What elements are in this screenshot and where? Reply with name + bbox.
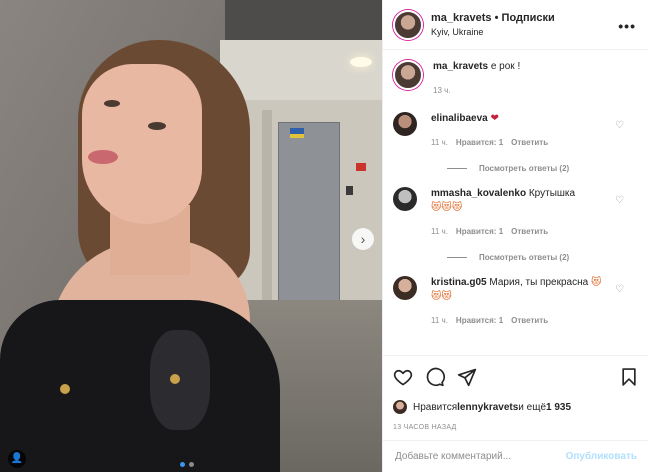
comment-username[interactable]: mmasha_kovalenko — [431, 188, 526, 199]
comment-item: mmasha_kovalenko Крутышка 😻😻😻 11 ч. Нрав… — [393, 187, 638, 239]
bookmark-icon[interactable] — [619, 367, 639, 387]
like-comment-heart-icon[interactable]: ♡ — [615, 284, 624, 295]
view-replies-label: Посмотреть ответы (2) — [479, 164, 570, 173]
comment-text: Крутышка — [526, 188, 576, 199]
carousel-dot — [189, 462, 194, 467]
carousel-dot-active — [180, 462, 185, 467]
comment-avatar[interactable] — [393, 112, 417, 136]
photo-exit-sign — [356, 163, 366, 171]
tagged-users-button[interactable]: 👤 — [8, 450, 26, 468]
comment-text: Мария, ты прекрасна — [486, 277, 589, 288]
chevron-right-icon: › — [360, 231, 366, 247]
post-location[interactable]: Kyiv, Ukraine — [431, 27, 555, 37]
comment-time[interactable]: 11 ч. — [431, 136, 448, 150]
photo-flag-sign-yellow — [290, 134, 304, 138]
comment-avatar[interactable] — [393, 187, 417, 211]
publish-button[interactable]: Опубликовать — [566, 451, 637, 462]
post-caption: ma_kravets е рок ! 13 ч. — [393, 60, 638, 98]
author-username[interactable]: ma_kravets — [431, 12, 492, 24]
photo-door-frame — [262, 110, 272, 310]
likes-prefix: Нравится — [413, 401, 458, 413]
more-options-icon[interactable]: ••• — [618, 18, 636, 34]
comment-input[interactable] — [395, 451, 566, 462]
action-icons — [393, 366, 639, 388]
post-timestamp[interactable]: 13 ЧАСОВ НАЗАД — [393, 424, 639, 431]
photo-eye-left — [104, 100, 120, 107]
following-button[interactable]: Подписки — [502, 12, 555, 24]
reply-button[interactable]: Ответить — [511, 136, 548, 150]
like-comment-heart-icon[interactable]: ♡ — [615, 120, 624, 131]
liker-username[interactable]: lennykravets — [457, 402, 518, 413]
photo-light-switch — [346, 186, 353, 195]
photo-jacket-stud — [60, 384, 70, 394]
view-replies-label: Посмотреть ответы (2) — [479, 253, 570, 262]
photo-eye-right — [148, 122, 166, 130]
photo-jacket — [0, 300, 280, 472]
caption-time[interactable]: 13 ч. — [433, 84, 520, 98]
comment-likes[interactable]: Нравится: 1 — [456, 225, 503, 239]
comment-icon[interactable] — [425, 367, 445, 387]
photo-lips — [88, 150, 118, 164]
carousel-indicator — [180, 462, 194, 467]
red-heart-emoji: ❤ — [490, 113, 499, 124]
likes-middle: и ещё — [518, 401, 547, 413]
next-photo-button[interactable]: › — [352, 228, 374, 250]
comment-item: kristina.g05 Мария, ты прекрасна 😻😻😻 11 … — [393, 276, 638, 328]
reply-button[interactable]: Ответить — [511, 225, 548, 239]
photo-face — [82, 64, 202, 224]
photo-jacket-stud — [170, 374, 180, 384]
caption-username[interactable]: ma_kravets — [433, 61, 488, 72]
comment-item: elinalibaeva ❤ 11 ч. Нравится: 1 Ответит… — [393, 112, 638, 150]
caption-text: е рок ! — [488, 61, 521, 72]
heart-outline-icon[interactable] — [393, 367, 413, 387]
replies-divider — [447, 257, 467, 258]
share-icon[interactable] — [457, 367, 477, 387]
photo-door — [278, 122, 340, 302]
user-icon: 👤 — [10, 453, 24, 464]
comment-likes[interactable]: Нравится: 1 — [456, 314, 503, 328]
comment-avatar[interactable] — [393, 276, 417, 300]
post-header: ma_kravets • Подписки Kyiv, Ukraine ••• — [383, 0, 648, 50]
post-photo[interactable]: › 👤 — [0, 0, 382, 472]
post-side-panel: ma_kravets • Подписки Kyiv, Ukraine ••• … — [382, 0, 648, 472]
likes-count[interactable]: 1 935 — [546, 402, 571, 413]
cat-emoji: 😻😻😻 — [431, 202, 463, 213]
caption-avatar[interactable] — [393, 60, 423, 90]
comment-likes[interactable]: Нравится: 1 — [456, 136, 503, 150]
view-replies-button[interactable]: Посмотреть ответы (2) — [447, 253, 638, 262]
comment-time[interactable]: 11 ч. — [431, 225, 448, 239]
add-comment-bar: Опубликовать — [383, 440, 648, 472]
header-separator: • — [491, 12, 502, 24]
photo-lamp — [350, 57, 372, 67]
comments-list[interactable]: ma_kravets е рок ! 13 ч. elinalibaeva ❤ … — [383, 50, 648, 350]
like-comment-heart-icon[interactable]: ♡ — [615, 195, 624, 206]
author-avatar[interactable] — [393, 9, 423, 40]
liker-avatar — [393, 400, 407, 414]
photo-jacket-shine — [150, 330, 210, 430]
comment-username[interactable]: kristina.g05 — [431, 277, 487, 288]
comment-time[interactable]: 11 ч. — [431, 314, 448, 328]
likes-summary[interactable]: Нравится lennykravets и ещё 1 935 — [393, 400, 639, 414]
comment-username[interactable]: elinalibaeva — [431, 113, 488, 124]
replies-divider — [447, 168, 467, 169]
view-replies-button[interactable]: Посмотреть ответы (2) — [447, 164, 638, 173]
reply-button[interactable]: Ответить — [511, 314, 548, 328]
post-actions-section: Нравится lennykravets и ещё 1 935 13 ЧАС… — [383, 355, 648, 431]
